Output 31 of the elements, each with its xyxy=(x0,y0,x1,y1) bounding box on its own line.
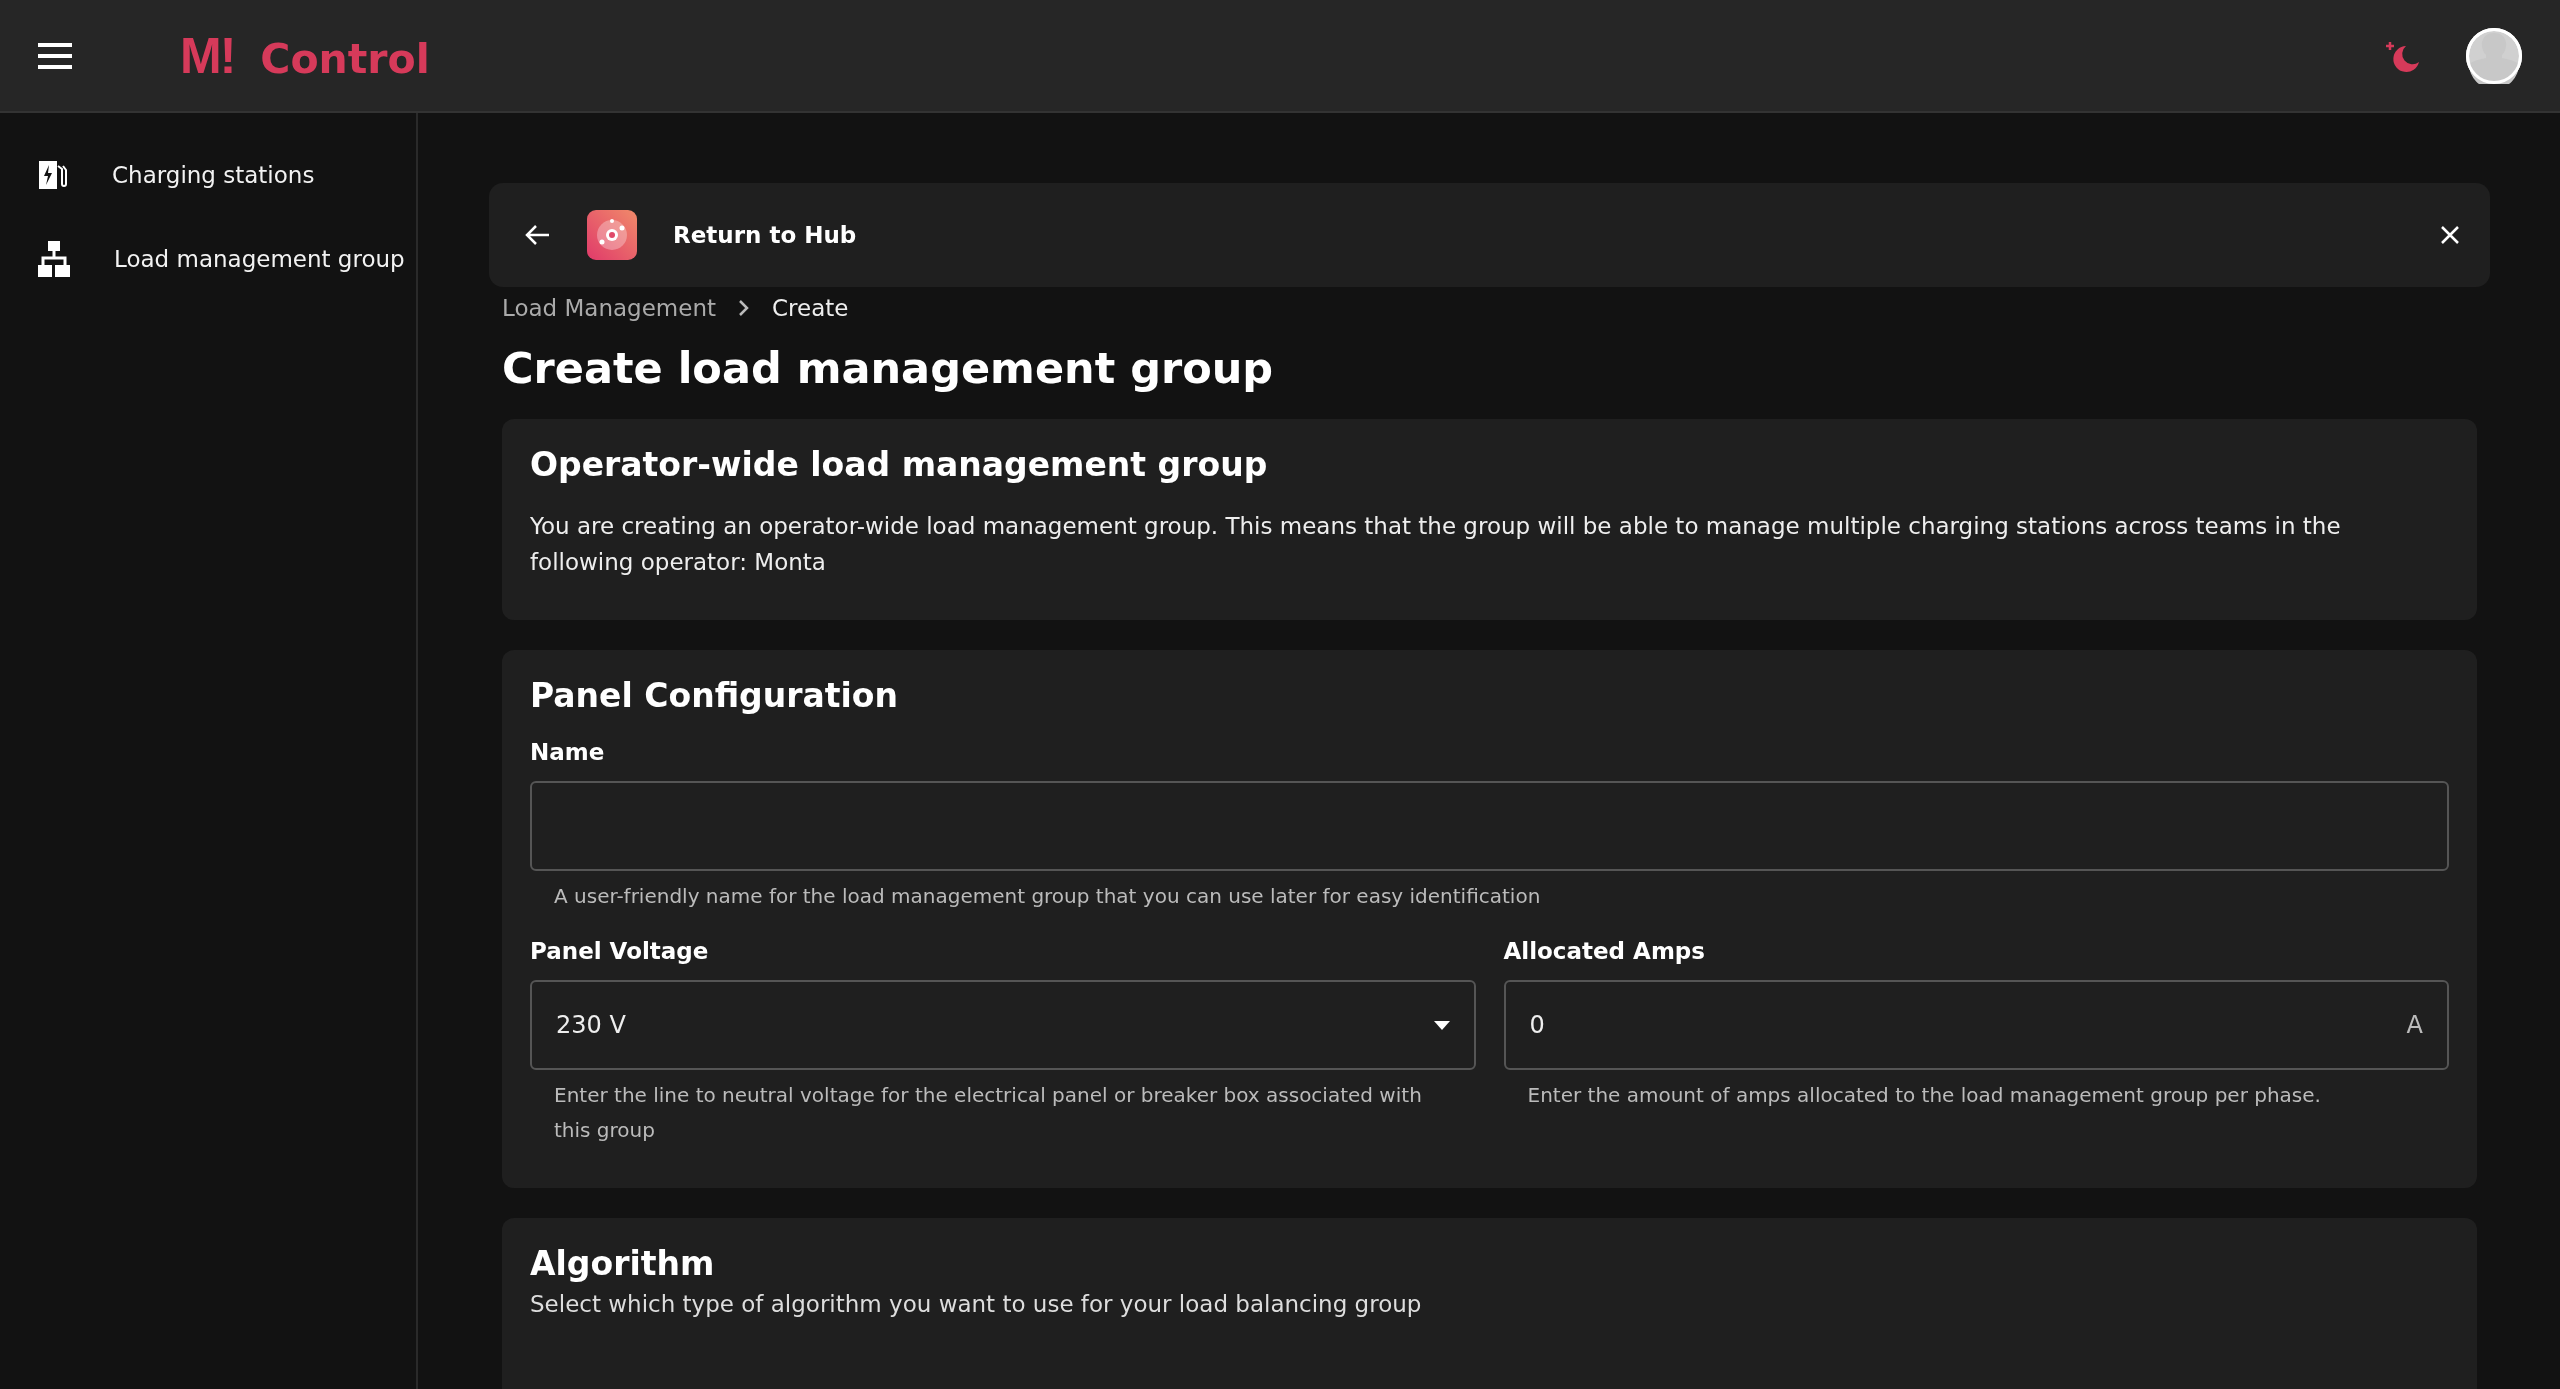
menu-button[interactable] xyxy=(38,42,72,69)
name-field[interactable] xyxy=(530,781,2449,871)
notice-text: You are creating an operator-wide load management group. This means that the group will be able to manage multiple charging stations across teams in the following operator: Monta xyxy=(530,512,2342,577)
dropdown-caret-icon xyxy=(1433,1020,1450,1030)
back-button[interactable] xyxy=(525,224,551,246)
chevron-right-icon xyxy=(738,299,750,317)
breadcrumb-link[interactable]: Load Management xyxy=(502,295,716,321)
charging-station-icon xyxy=(38,160,68,190)
sidebar-item[interactable]: Load management group xyxy=(0,217,416,301)
page-title: Create load management group xyxy=(502,343,1275,393)
sidebar-item[interactable]: Charging stations xyxy=(0,133,416,217)
field-help-text: Enter the line to neutral voltage for the electrical panel or breaker box associated with this group xyxy=(553,1082,1423,1144)
card-title: Algorithm xyxy=(530,1244,716,1283)
field-label: Name xyxy=(530,739,606,765)
avatar-button[interactable] xyxy=(2466,27,2522,84)
breadcrumb-link[interactable]: Create xyxy=(772,295,849,321)
field-help-text: A user-friendly name for the load management group that you can use later for easy identification xyxy=(553,883,1542,910)
algorithm-description: Select which type of algorithm you want to use for your load balancing group xyxy=(530,1291,1423,1317)
card-title: Panel Configuration xyxy=(530,676,899,715)
close-button[interactable] xyxy=(2440,225,2460,245)
hub-app-icon xyxy=(587,210,637,260)
field-label: Allocated Amps xyxy=(1503,938,1706,964)
card-title: Operator-wide load management group xyxy=(530,445,1269,484)
amps-field[interactable]: 0 A xyxy=(1503,980,2449,1070)
hierarchy-icon xyxy=(38,241,70,277)
field-help-text: Enter the amount of amps allocated to the load management group per phase. xyxy=(1526,1082,2322,1109)
voltage-select[interactable]: 230 V xyxy=(530,980,1476,1070)
field-label: Panel Voltage xyxy=(530,938,710,964)
logo-mark: M! xyxy=(180,26,235,85)
hub-title: Return to Hub xyxy=(673,222,857,248)
app-name: Control xyxy=(260,34,430,83)
